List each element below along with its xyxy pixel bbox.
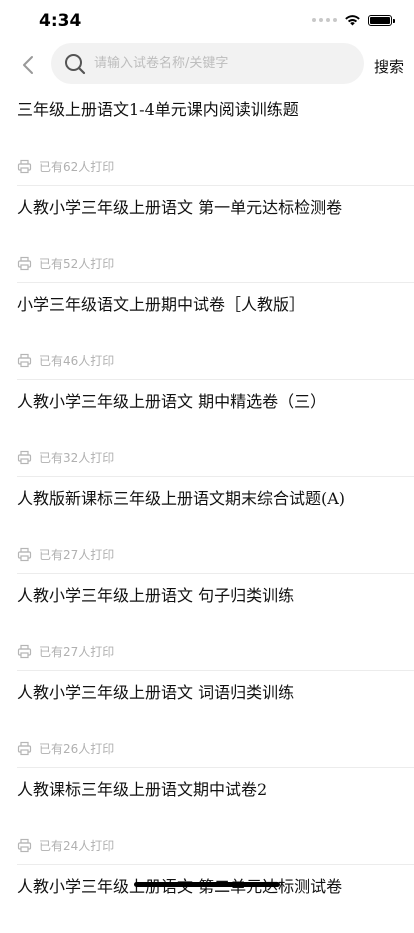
- divider: [17, 864, 414, 865]
- wifi-icon: [345, 15, 360, 26]
- list-item[interactable]: 已有32人打印 人教版新课标三年级上册语文期末综合试题(A): [0, 448, 414, 545]
- list-item[interactable]: 已有27人打印 人教小学三年级上册语文 词语归类训练: [0, 642, 414, 739]
- printer-icon: [17, 159, 32, 174]
- paper-title[interactable]: 人教小学三年级上册语文 句子归类训练: [17, 582, 294, 606]
- print-count: 已有46人打印: [39, 353, 115, 368]
- search-icon: [64, 53, 86, 75]
- search-bar: 搜索: [0, 42, 414, 88]
- paper-title[interactable]: 人教版新课标三年级上册语文期末综合试题(A): [17, 485, 345, 509]
- back-button[interactable]: [14, 50, 42, 80]
- list-item[interactable]: 已有62人打印 人教小学三年级上册语文 第一单元达标检测卷: [0, 157, 414, 254]
- print-info: 已有46人打印: [17, 351, 114, 369]
- print-count: 已有24人打印: [39, 838, 115, 853]
- search-input[interactable]: [92, 55, 346, 72]
- divider: [17, 185, 414, 186]
- search-box[interactable]: [51, 43, 364, 84]
- status-bar: 4:34: [0, 0, 414, 44]
- paper-title[interactable]: 三年级上册语文1-4单元课内阅读训练题: [17, 96, 299, 120]
- printer-icon: [17, 644, 32, 659]
- list-item[interactable]: 已有52人打印 小学三年级语文上册期中试卷［人教版］: [0, 254, 414, 351]
- printer-icon: [17, 256, 32, 271]
- paper-title[interactable]: 人教小学三年级上册语文 词语归类训练: [17, 679, 294, 703]
- print-count: 已有62人打印: [39, 159, 115, 174]
- print-info: 已有26人打印: [17, 739, 114, 757]
- printer-icon: [17, 450, 32, 465]
- print-info: 已有27人打印: [17, 545, 114, 563]
- printer-icon: [17, 838, 32, 853]
- paper-title[interactable]: 人教小学三年级上册语文 期中精选卷（三）: [17, 388, 326, 412]
- divider: [17, 573, 414, 574]
- print-info: 已有62人打印: [17, 157, 114, 175]
- print-count: 已有32人打印: [39, 450, 115, 465]
- paper-title[interactable]: 小学三年级语文上册期中试卷［人教版］: [17, 291, 305, 315]
- status-time: 4:34: [39, 11, 82, 31]
- status-icons: [312, 14, 395, 26]
- print-info: 已有32人打印: [17, 448, 114, 466]
- printer-icon: [17, 547, 32, 562]
- list-item[interactable]: 已有27人打印 人教小学三年级上册语文 句子归类训练: [0, 545, 414, 642]
- divider: [17, 282, 414, 283]
- paper-title[interactable]: 人教小学三年级上册语文 第一单元达标检测卷: [17, 194, 342, 218]
- signal-icon: [312, 18, 337, 22]
- print-info: 已有27人打印: [17, 642, 114, 660]
- chevron-left-icon: [23, 56, 33, 74]
- printer-icon: [17, 741, 32, 756]
- divider: [17, 767, 414, 768]
- divider: [17, 379, 414, 380]
- paper-title[interactable]: 人教课标三年级上册语文期中试卷2: [17, 776, 267, 800]
- print-info: 已有24人打印: [17, 836, 114, 854]
- print-info: 已有52人打印: [17, 254, 114, 272]
- print-count: 已有26人打印: [39, 741, 115, 756]
- search-button[interactable]: 搜索: [374, 56, 404, 77]
- list-item[interactable]: 已有46人打印 人教小学三年级上册语文 期中精选卷（三）: [0, 351, 414, 448]
- divider: [17, 476, 414, 477]
- print-count: 已有27人打印: [39, 547, 115, 562]
- battery-icon: [368, 14, 395, 26]
- divider: [17, 670, 414, 671]
- list-item[interactable]: 已有26人打印 人教课标三年级上册语文期中试卷2: [0, 739, 414, 836]
- home-indicator: [134, 882, 280, 887]
- print-count: 已有27人打印: [39, 644, 115, 659]
- print-count: 已有52人打印: [39, 256, 115, 271]
- printer-icon: [17, 353, 32, 368]
